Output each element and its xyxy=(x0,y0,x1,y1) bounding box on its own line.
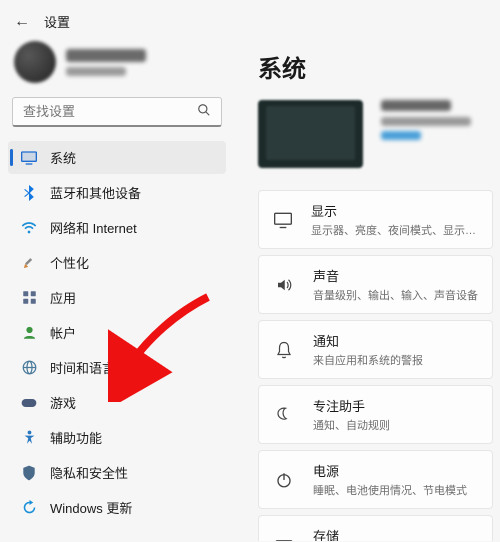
sidebar-item-accounts[interactable]: 帐户 xyxy=(8,316,226,349)
accessibility-icon xyxy=(20,429,38,447)
sidebar-item-gaming[interactable]: 游戏 xyxy=(8,386,226,419)
sidebar-item-label: 应用 xyxy=(50,288,76,307)
wifi-icon xyxy=(20,219,38,237)
sidebar-item-label: 个性化 xyxy=(50,253,89,272)
sidebar-item-label: 系统 xyxy=(50,148,76,167)
sidebar-item-label: Windows 更新 xyxy=(50,498,132,517)
card-title: 专注助手 xyxy=(313,396,390,415)
display-icon xyxy=(273,209,293,231)
device-summary[interactable] xyxy=(258,100,500,168)
sound-icon xyxy=(273,274,295,296)
page-title: 系统 xyxy=(258,37,500,100)
sidebar-item-label: 蓝牙和其他设备 xyxy=(50,183,141,202)
avatar xyxy=(14,41,56,83)
moon-icon xyxy=(273,404,295,426)
search-input[interactable] xyxy=(23,104,197,119)
card-desc: 通知、自动规则 xyxy=(313,417,390,433)
card-desc: 音量级别、输出、输入、声音设备 xyxy=(313,287,478,303)
sidebar-item-label: 隐私和安全性 xyxy=(50,463,128,482)
sidebar-item-privacy[interactable]: 隐私和安全性 xyxy=(8,456,226,489)
sidebar-item-label: 辅助功能 xyxy=(50,428,102,447)
user-name-block xyxy=(66,49,146,76)
settings-card-sound[interactable]: 声音 音量级别、输出、输入、声音设备 xyxy=(258,255,493,314)
sidebar-item-accessibility[interactable]: 辅助功能 xyxy=(8,421,226,454)
settings-card-notifications[interactable]: 通知 来自应用和系统的警报 xyxy=(258,320,493,379)
sidebar-item-label: 网络和 Internet xyxy=(50,218,137,237)
apps-icon xyxy=(20,289,38,307)
sidebar-item-time-language[interactable]: 时间和语言 xyxy=(8,351,226,384)
sidebar-item-apps[interactable]: 应用 xyxy=(8,281,226,314)
settings-card-focus[interactable]: 专注助手 通知、自动规则 xyxy=(258,385,493,444)
card-title: 声音 xyxy=(313,266,478,285)
card-title: 显示 xyxy=(311,201,486,220)
globe-icon xyxy=(20,359,38,377)
device-info xyxy=(381,100,471,140)
user-account-row[interactable] xyxy=(8,37,226,97)
sidebar-item-system[interactable]: 系统 xyxy=(8,141,226,174)
sidebar-item-label: 游戏 xyxy=(50,393,76,412)
bluetooth-icon xyxy=(20,184,38,202)
sidebar-item-bluetooth[interactable]: 蓝牙和其他设备 xyxy=(8,176,226,209)
update-icon xyxy=(20,499,38,517)
device-thumbnail xyxy=(258,100,363,168)
gaming-icon xyxy=(20,394,38,412)
shield-icon xyxy=(20,464,38,482)
card-title: 电源 xyxy=(313,461,467,480)
sidebar-item-label: 时间和语言 xyxy=(50,358,115,377)
storage-icon xyxy=(273,534,295,542)
card-desc: 睡眠、电池使用情况、节电模式 xyxy=(313,482,467,498)
system-icon xyxy=(20,149,38,167)
card-desc: 显示器、亮度、夜间模式、显示描述 xyxy=(311,222,486,238)
account-icon xyxy=(20,324,38,342)
search-icon xyxy=(197,103,211,120)
card-title: 通知 xyxy=(313,331,423,350)
back-icon[interactable]: ← xyxy=(14,13,30,31)
sidebar-item-windows-update[interactable]: Windows 更新 xyxy=(8,491,226,524)
bell-icon xyxy=(273,339,295,361)
brush-icon xyxy=(20,254,38,272)
sidebar-item-network[interactable]: 网络和 Internet xyxy=(8,211,226,244)
card-title: 存储 xyxy=(313,526,467,541)
app-title: 设置 xyxy=(44,12,70,31)
sidebar-item-personalization[interactable]: 个性化 xyxy=(8,246,226,279)
card-desc: 来自应用和系统的警报 xyxy=(313,352,423,368)
power-icon xyxy=(273,469,295,491)
settings-card-storage[interactable]: 存储 存储空间、驱动器、配置规则… xyxy=(258,515,493,541)
search-box[interactable] xyxy=(12,97,222,127)
settings-card-power[interactable]: 电源 睡眠、电池使用情况、节电模式 xyxy=(258,450,493,509)
sidebar-item-label: 帐户 xyxy=(50,323,76,342)
settings-card-display[interactable]: 显示 显示器、亮度、夜间模式、显示描述 xyxy=(258,190,493,249)
